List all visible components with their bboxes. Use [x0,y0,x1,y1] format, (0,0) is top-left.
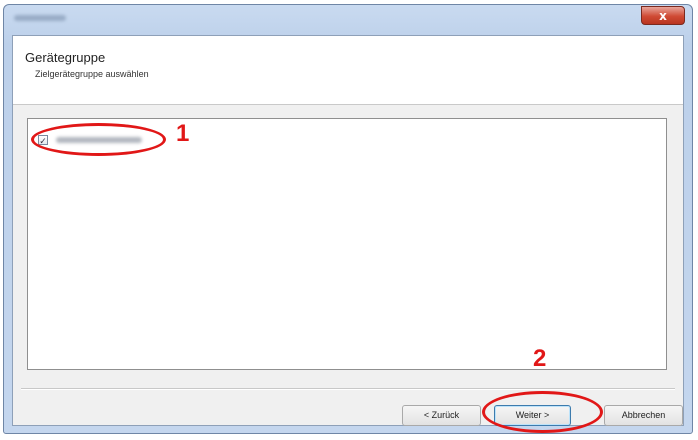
close-button[interactable]: x [641,6,685,25]
callout-number-1: 1 [176,120,190,147]
callout-number-2: 2 [533,345,547,372]
title-bar[interactable]: x [4,5,692,35]
button-separator [21,388,675,390]
dialog-window: x Gerätegruppe Zielgerätegruppe auswähle… [3,4,693,434]
wizard-header: Gerätegruppe Zielgerätegruppe auswählen [13,36,683,105]
dialog-client-area: Gerätegruppe Zielgerätegruppe auswählen … [12,35,684,426]
callout-oval-2 [482,391,603,433]
back-button[interactable]: < Zurück [402,405,481,426]
page-subtitle: Zielgerätegruppe auswählen [35,69,149,79]
device-group-list[interactable]: ✓ [27,118,667,370]
blurred-window-title [14,15,66,21]
page-title: Gerätegruppe [25,50,106,65]
cancel-button[interactable]: Abbrechen [604,405,683,426]
callout-oval-1 [31,123,166,156]
